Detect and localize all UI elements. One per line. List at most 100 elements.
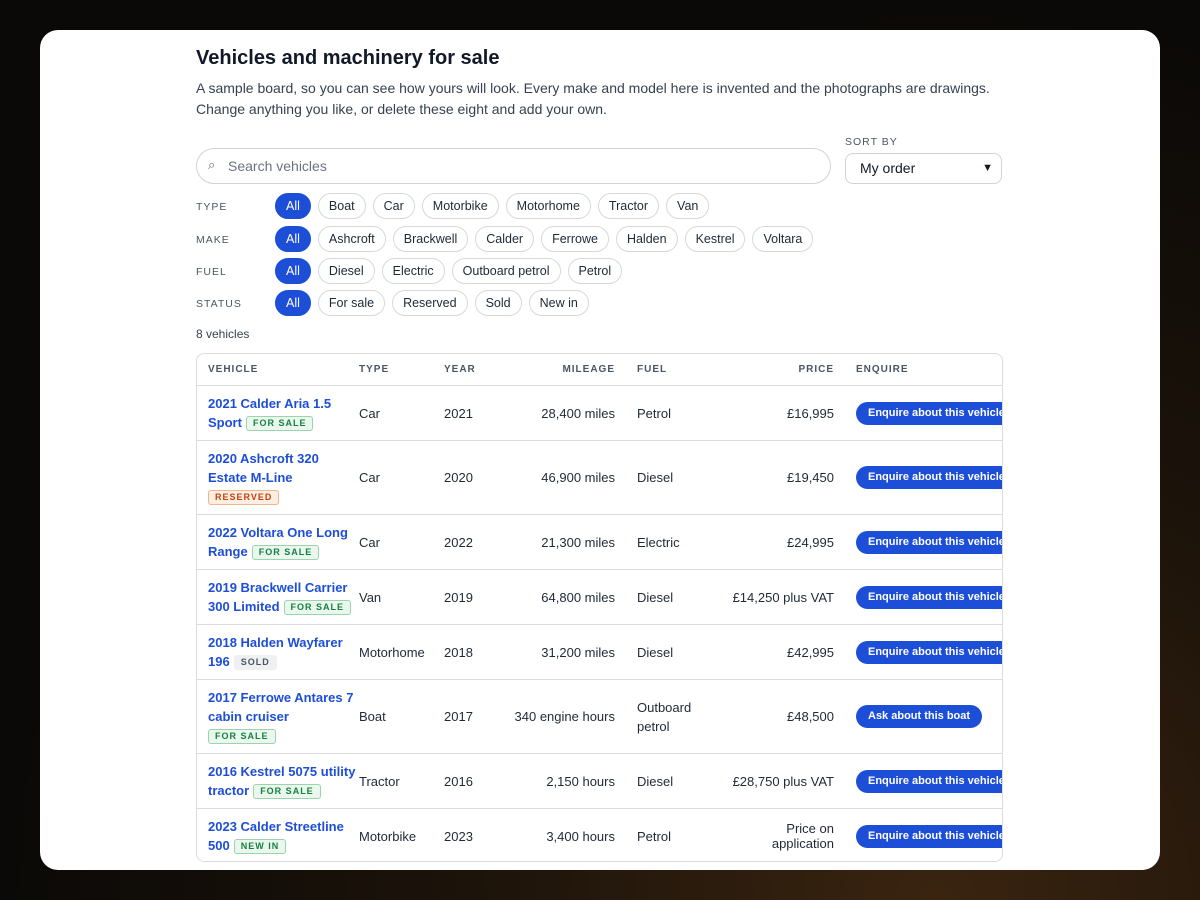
cell-price: £14,250 plus VAT [721,569,856,625]
cell-price: £48,500 [721,679,856,754]
status-badge: NEW IN [233,839,287,855]
sort-selected-value: My order [860,160,916,176]
search-input[interactable] [228,149,818,183]
table-row: 2016 Kestrel 5075 utility tractor FOR SALE… [197,753,1002,809]
enquire-button[interactable]: Enquire about this vehicle [856,530,1002,554]
filter-chip-fuel-outboard-petrol[interactable]: Outboard petrol [451,258,561,284]
column-header-vehicle: VEHICLE [197,354,359,386]
vehicle-name-line2: 196 [208,654,230,669]
filter-chip-type-boat[interactable]: Boat [317,193,366,219]
table-header-row: VEHICLE TYPE YEAR MILEAGE FUEL PRICE ENQ… [197,354,1002,386]
cell-fuel: Diesel [637,624,721,680]
enquire-button[interactable]: Enquire about this vehicle [856,585,1002,609]
filter-chips-status: All For sale Reserved Sold New in [275,290,589,316]
filter-chip-make-calder[interactable]: Calder [475,226,535,252]
filter-chip-type-car[interactable]: Car [372,193,415,219]
filter-chip-type-van[interactable]: Van [666,193,710,219]
vehicle-name-line2: cabin cruiser [208,709,289,724]
filter-label-status: STATUS [196,298,242,310]
filter-chip-type-all[interactable]: All [275,193,311,219]
cell-fuel: Diesel [637,440,721,515]
vehicle-name-line1: 2023 Calder Streetline [208,819,344,835]
filter-chips-fuel: All Diesel Electric Outboard petrol Petrol [275,258,623,284]
filter-chip-fuel-diesel[interactable]: Diesel [317,258,375,284]
filter-label-fuel: FUEL [196,266,227,278]
cell-fuel: Petrol [637,828,671,844]
status-badge: RESERVED [208,490,280,506]
filter-chip-type-tractor[interactable]: Tractor [597,193,660,219]
cell-type: Boat [359,679,444,754]
cell-type: Van [359,569,444,625]
vehicle-link[interactable]: 2020 Ashcroft 320 Estate M-Line [208,451,319,485]
enquire-button[interactable]: Enquire about this vehicle [856,769,1002,793]
cell-price: £28,750 plus VAT [721,753,856,809]
cell-mileage: 21,300 miles [494,514,637,570]
cell-price: £42,995 [721,624,856,680]
cell-fuel: Petrol [637,385,721,441]
filter-label-make: MAKE [196,234,230,246]
cell-fuel: Outboard petrol [637,679,721,754]
cell-type: Motorhome [359,624,444,680]
table-row: 2023 Calder Streetline 500 NEW IN Motorbike… [197,809,1002,862]
vehicle-name-line2: tractor [208,783,250,798]
search-box[interactable]: ⌕ [196,148,831,184]
column-header-enquire: ENQUIRE [856,354,1002,386]
sort-select[interactable]: My order ▼ [845,153,1002,184]
filter-chip-fuel-petrol[interactable]: Petrol [567,258,623,284]
enquire-button[interactable]: Enquire about this vehicle [856,466,1002,489]
table-row: 2020 Ashcroft 320 Estate M-Line RESERVED Ca… [197,440,1002,515]
vehicle-name-line2: 300 Limited [208,599,280,614]
column-header-fuel: FUEL [637,354,721,386]
vehicle-name-line1: 2022 Voltara One Long [208,525,348,540]
table-row: 2017 Ferrowe Antares 7 cabin cruiser FOR S… [197,679,1002,754]
vehicle-name-line2: 500 [208,838,230,854]
filter-chip-make-voltara[interactable]: Voltara [752,226,814,252]
cell-year: 2023 [444,828,473,844]
filter-chip-type-motorbike[interactable]: Motorbike [421,193,499,219]
vehicle-name-line1: 2016 Kestrel 5075 utility [208,764,356,779]
vehicle-name-line1: 2020 Ashcroft 320 [208,451,319,466]
filter-chip-make-ferrowe[interactable]: Ferrowe [541,226,609,252]
cell-year: 2019 [444,569,494,625]
filter-chip-type-motorhome[interactable]: Motorhome [505,193,591,219]
filter-chip-make-halden[interactable]: Halden [615,226,678,252]
vehicles-table: VEHICLE TYPE YEAR MILEAGE FUEL PRICE ENQ… [196,353,1003,862]
enquire-button[interactable]: Enquire about this vehicle [856,824,1002,848]
filter-chips-make: All Ashcroft Brackwell Calder Ferrowe Halden K… [275,226,814,252]
column-header-price: PRICE [721,354,856,386]
filter-chip-make-all[interactable]: All [275,226,311,252]
filter-chip-status-reserved[interactable]: Reserved [392,290,468,316]
cell-type: Tractor [359,753,444,809]
cell-fuel: Electric [637,514,721,570]
filter-chip-status-all[interactable]: All [275,290,311,316]
vehicle-name-line1: 2019 Brackwell Carrier [208,580,348,595]
enquire-button[interactable]: Ask about this boat [856,705,983,728]
vehicle-name-line2: Sport [208,415,242,430]
vehicle-name-line2: Estate M-Line [208,470,293,485]
cell-type: Car [359,440,444,515]
cell-price: £16,995 [721,385,856,441]
filter-chip-make-ashcroft[interactable]: Ashcroft [317,226,386,252]
filter-chip-status-for-sale[interactable]: For sale [317,290,386,316]
cell-mileage: 28,400 miles [494,385,637,441]
filter-chip-make-brackwell[interactable]: Brackwell [392,226,469,252]
cell-year: 2017 [444,679,494,754]
cell-type: Motorbike [359,828,417,844]
cell-price: £24,995 [721,514,856,570]
filter-row-make: MAKE All Ashcroft Brackwell Calder Ferrowe Ha… [196,226,1003,252]
cell-price: Price on application [771,821,834,852]
table-row: 2022 Voltara One Long Range FOR SALE Car 202… [197,514,1002,570]
enquire-button[interactable]: Enquire about this vehicle [856,640,1002,664]
cell-year: 2020 [444,440,494,515]
filter-chips-type: All Boat Car Motorbike Motorhome Tractor Van [275,193,710,219]
filter-chip-make-kestrel[interactable]: Kestrel [684,226,746,252]
table-row: 2018 Halden Wayfarer 196 SOLD Motorhome 2018… [197,624,1002,680]
cell-year: 2018 [444,624,494,680]
enquire-button[interactable]: Enquire about this vehicle [856,401,1002,425]
filter-chip-status-new-in[interactable]: New in [528,290,589,316]
filter-chip-fuel-all[interactable]: All [275,258,311,284]
cell-price: £19,450 [721,440,856,515]
filter-chip-fuel-electric[interactable]: Electric [381,258,445,284]
filter-chip-status-sold[interactable]: Sold [474,290,522,316]
vehicle-link[interactable]: 2017 Ferrowe Antares 7 cabin cruiser [208,690,353,724]
